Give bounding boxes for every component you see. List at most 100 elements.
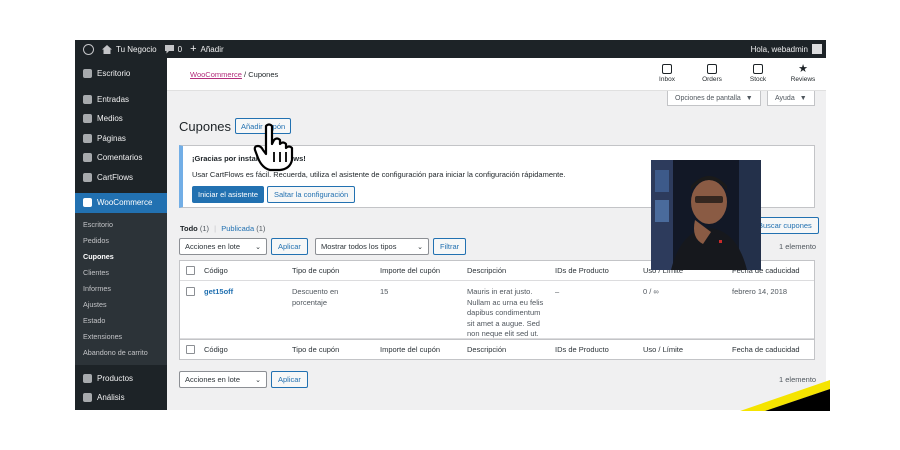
admin-bar: Tu Negocio 0 + Añadir Hola, webadmin bbox=[75, 40, 826, 58]
search-coupons-button[interactable]: Buscar cupones bbox=[751, 217, 819, 234]
row-checkbox[interactable] bbox=[186, 287, 195, 296]
column-footer-product-ids: IDs de Producto bbox=[555, 345, 609, 354]
submenu-item-abandono-carrito[interactable]: Abandono de carrito bbox=[75, 345, 167, 361]
coupon-product-ids: – bbox=[555, 287, 560, 296]
submenu-item-clientes[interactable]: Clientes bbox=[75, 265, 167, 281]
wp-logo-button[interactable] bbox=[83, 43, 94, 55]
sidebar-item-comentarios[interactable]: Comentarios bbox=[75, 148, 167, 168]
bulk-actions-select-bottom[interactable]: Acciones en lote ⌄ bbox=[179, 371, 267, 388]
bulk-actions-select-top[interactable]: Acciones en lote ⌄ bbox=[179, 238, 267, 255]
comment-icon bbox=[164, 44, 174, 53]
coupon-expiry: febrero 14, 2018 bbox=[732, 287, 788, 296]
help-button[interactable]: Ayuda ▼ bbox=[767, 91, 815, 106]
column-header-code[interactable]: Código bbox=[204, 266, 228, 277]
box-icon bbox=[83, 373, 92, 383]
wordpress-icon bbox=[83, 43, 94, 55]
column-header-type: Tipo de cupón bbox=[292, 266, 340, 275]
coupon-type-select[interactable]: Mostrar todos los tipos ⌄ bbox=[315, 238, 429, 255]
dashboard-icon bbox=[83, 69, 92, 79]
sidebar-item-woocommerce[interactable]: WooCommerce bbox=[75, 193, 167, 213]
woocommerce-submenu: Escritorio Pedidos Cupones Clientes Info… bbox=[75, 212, 167, 365]
orders-icon bbox=[707, 64, 717, 74]
coupon-type: Descuento en porcentaje bbox=[292, 287, 339, 307]
sidebar-item-entradas[interactable]: Entradas bbox=[75, 90, 167, 110]
submenu-item-informes[interactable]: Informes bbox=[75, 281, 167, 297]
stock-icon bbox=[753, 64, 763, 74]
page-icon bbox=[83, 133, 92, 143]
sidebar-item-paginas[interactable]: Páginas bbox=[75, 129, 167, 149]
coupon-code-link[interactable]: get15off bbox=[204, 287, 233, 298]
coupons-table: Código Tipo de cupón Importe del cupón D… bbox=[179, 260, 815, 360]
filter-button[interactable]: Filtrar bbox=[433, 238, 467, 255]
submenu-item-pedidos[interactable]: Pedidos bbox=[75, 233, 167, 249]
coupon-amount: 15 bbox=[380, 287, 389, 296]
column-footer-usage: Uso / Límite bbox=[643, 345, 684, 354]
table-row: get15off Descuento en porcentaje 15 Maur… bbox=[180, 281, 814, 339]
view-filters: Todo (1) | Publicada (1) bbox=[180, 224, 265, 233]
column-footer-type: Tipo de cupón bbox=[292, 345, 340, 354]
reviews-button[interactable]: ★ Reviews bbox=[783, 64, 823, 84]
page-title: Cupones bbox=[179, 119, 232, 134]
column-footer-amount: Importe del cupón bbox=[380, 345, 441, 354]
submenu-item-escritorio[interactable]: Escritorio bbox=[75, 217, 167, 233]
sidebar-item-medios[interactable]: Medios bbox=[75, 109, 167, 129]
table-footer: Código Tipo de cupón Importe del cupón D… bbox=[180, 339, 814, 359]
view-separator: | bbox=[214, 224, 217, 233]
account-menu[interactable]: Hola, webadmin bbox=[751, 40, 822, 58]
select-all-checkbox-footer[interactable] bbox=[186, 345, 195, 354]
decorative-stripe bbox=[740, 380, 830, 411]
home-icon bbox=[102, 44, 112, 54]
submenu-item-estado[interactable]: Estado bbox=[75, 313, 167, 329]
site-name: Tu Negocio bbox=[116, 44, 157, 54]
item-count-top: 1 elemento bbox=[779, 242, 817, 251]
column-header-description: Descripción bbox=[467, 266, 507, 275]
skip-setup-button[interactable]: Saltar la configuración bbox=[267, 186, 356, 203]
inbox-button[interactable]: Inbox bbox=[647, 64, 687, 83]
chevron-down-icon: ⌄ bbox=[255, 243, 261, 251]
coupon-description: Mauris in erat justo. Nullam ac urna eu … bbox=[467, 287, 544, 338]
view-all-count: (1) bbox=[199, 224, 210, 233]
submenu-item-cupones[interactable]: Cupones bbox=[75, 249, 167, 265]
hand-cursor-icon bbox=[253, 123, 294, 172]
greeting: Hola, webadmin bbox=[750, 44, 808, 54]
select-all-checkbox[interactable] bbox=[186, 266, 195, 275]
submenu-item-ajustes[interactable]: Ajustes bbox=[75, 297, 167, 313]
notice-text: Usar CartFlows es fácil. Recuerda, utili… bbox=[192, 170, 566, 179]
apply-button-bottom[interactable]: Aplicar bbox=[271, 371, 308, 388]
breadcrumb: WooCommerce / Cupones bbox=[190, 70, 278, 79]
pin-icon bbox=[83, 94, 92, 104]
sidebar-item-productos[interactable]: Productos bbox=[75, 369, 167, 389]
comments-count: 0 bbox=[177, 44, 183, 54]
column-footer-code[interactable]: Código bbox=[204, 345, 228, 356]
new-content-link[interactable]: + Añadir bbox=[190, 43, 224, 55]
sidebar-item-cartflows[interactable]: CartFlows bbox=[75, 168, 167, 188]
view-published-link[interactable]: Publicada bbox=[221, 224, 254, 233]
chevron-down-icon: ⌄ bbox=[255, 376, 261, 384]
breadcrumb-current: Cupones bbox=[248, 70, 279, 79]
avatar bbox=[812, 44, 822, 54]
comments-link[interactable]: 0 bbox=[164, 44, 183, 54]
site-name-link[interactable]: Tu Negocio bbox=[102, 44, 157, 54]
view-all-link[interactable]: Todo bbox=[180, 224, 198, 233]
triangle-down-icon: ▼ bbox=[745, 94, 753, 102]
chart-icon bbox=[83, 393, 92, 403]
orders-button[interactable]: Orders bbox=[692, 64, 732, 83]
sidebar-item-escritorio[interactable]: Escritorio bbox=[75, 64, 167, 84]
column-header-product-ids: IDs de Producto bbox=[555, 266, 609, 275]
start-wizard-button[interactable]: Iniciar el asistente bbox=[192, 186, 265, 203]
breadcrumb-woocommerce-link[interactable]: WooCommerce bbox=[190, 70, 242, 79]
plus-icon: + bbox=[190, 43, 197, 55]
new-label: Añadir bbox=[200, 44, 224, 54]
chevron-down-icon: ⌄ bbox=[417, 243, 423, 251]
sidebar-item-analisis[interactable]: Análisis bbox=[75, 388, 167, 408]
submenu-item-extensiones[interactable]: Extensiones bbox=[75, 329, 167, 345]
apply-button-top[interactable]: Aplicar bbox=[271, 238, 308, 255]
stock-button[interactable]: Stock bbox=[738, 64, 778, 83]
coupon-usage: 0 / ∞ bbox=[643, 287, 659, 296]
screen-options-button[interactable]: Opciones de pantalla ▼ bbox=[667, 91, 761, 106]
triangle-down-icon: ▼ bbox=[799, 94, 807, 102]
woo-icon bbox=[83, 198, 92, 208]
webcam-overlay bbox=[651, 160, 761, 270]
view-published-count: (1) bbox=[256, 224, 266, 233]
column-footer-expiry: Fecha de caducidad bbox=[732, 345, 800, 354]
